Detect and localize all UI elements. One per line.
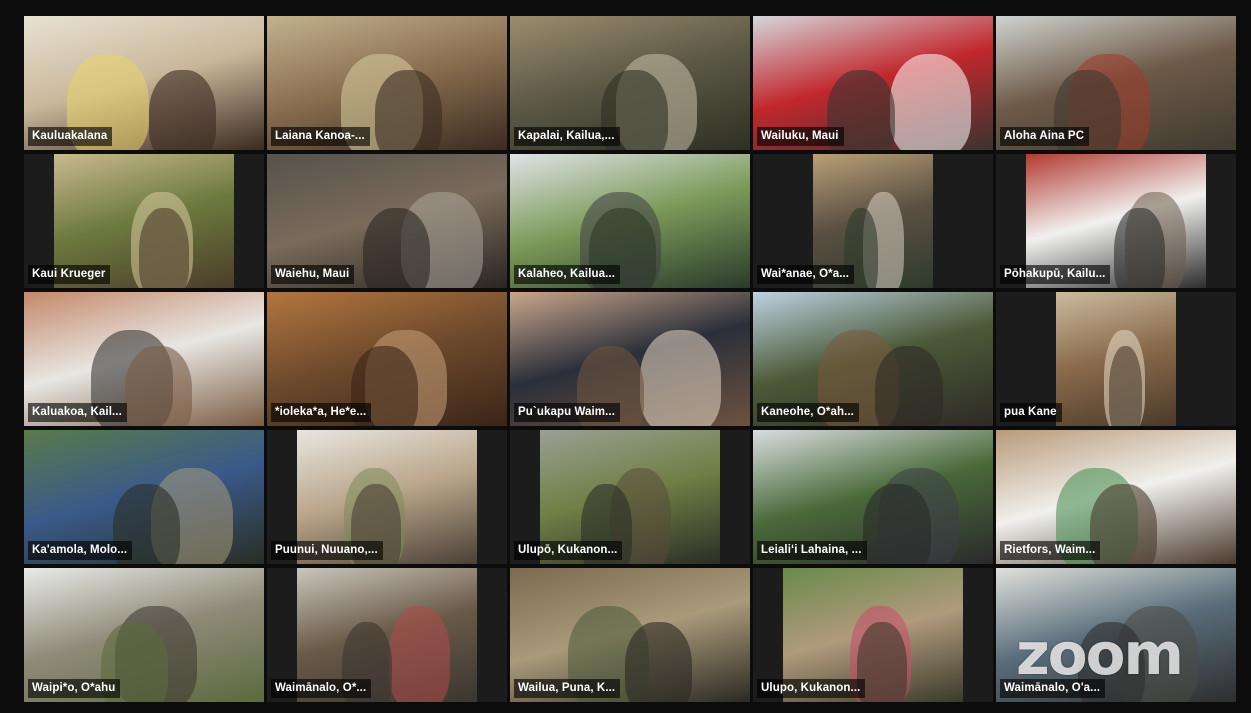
participant-name-label: Ulupō, Kukanon... [514,541,623,560]
participant-name-label: Rietfors, Waim... [1000,541,1101,560]
participant-name-label: Pōhakupū, Kailu... [1000,265,1111,284]
participant-video-tile[interactable]: Kaui Krueger [24,154,264,288]
participant-video-tile[interactable]: Ka'amola, Molo... [24,430,264,564]
participant-video-tile[interactable]: Kaneohe, O*ah... [753,292,993,426]
gallery-view-grid: Kauluakalana Laiana Kanoa-... Kapalai, Kai… [24,16,1236,702]
participant-name-label: Kaneohe, O*ah... [757,403,859,422]
participant-video-tile[interactable]: Puunui, Nuuano,... [267,430,507,564]
participant-name-label: pua Kane [1000,403,1062,422]
participant-video-tile[interactable]: Waimānalo, O*... [267,568,507,702]
participant-video-tile[interactable]: Kaluakoa, Kail... [24,292,264,426]
participant-video-tile[interactable]: Kauluakalana [24,16,264,150]
zoom-watermark-logo: zoom [1016,620,1184,688]
participant-video-tile[interactable]: Laiana Kanoa-... [267,16,507,150]
participant-name-label: *ioleka*a, He*e... [271,403,372,422]
participant-video-tile[interactable]: Wailuku, Maui [753,16,993,150]
participant-name-label: Kaluakoa, Kail... [28,403,127,422]
participant-video-tile[interactable]: Leialiʻi Lahaina, ... [753,430,993,564]
participant-video-tile[interactable]: pua Kane [996,292,1236,426]
participant-name-label: Wailua, Puna, K... [514,679,621,698]
participant-video-tile[interactable]: Kalaheo, Kailua... [510,154,750,288]
participant-name-label: Waiehu, Maui [271,265,355,284]
participant-video-tile[interactable]: Waiehu, Maui [267,154,507,288]
participant-name-label: Ka'amola, Molo... [28,541,133,560]
participant-name-label: Waipi*o, O*ahu [28,679,121,698]
participant-video-tile[interactable]: Ulupō, Kukanon... [510,430,750,564]
participant-name-label: Kauluakalana [28,127,113,146]
participant-video-tile[interactable]: Aloha Aina PC [996,16,1236,150]
participant-name-label: Puunui, Nuuano,... [271,541,383,560]
participant-name-label: Aloha Aina PC [1000,127,1090,146]
participant-name-label: Ulupo, Kukanon... [757,679,866,698]
participant-video-tile[interactable]: Pu`ukapu Waim... [510,292,750,426]
participant-video-tile[interactable]: Waipi*o, O*ahu [24,568,264,702]
participant-name-label: Kapalai, Kailua,... [514,127,620,146]
participant-video-tile[interactable]: Kapalai, Kailua,... [510,16,750,150]
participant-video-tile[interactable]: Wai*anae, O*a... [753,154,993,288]
participant-name-label: Waimānalo, O*... [271,679,372,698]
participant-name-label: Pu`ukapu Waim... [514,403,621,422]
participant-name-label: Wai*anae, O*a... [757,265,855,284]
participant-name-label: Kalaheo, Kailua... [514,265,621,284]
participant-video-tile[interactable]: Ulupo, Kukanon... [753,568,993,702]
participant-name-label: Laiana Kanoa-... [271,127,370,146]
participant-name-label: Wailuku, Maui [757,127,844,146]
participant-video-tile[interactable]: Pōhakupū, Kailu... [996,154,1236,288]
participant-video-tile[interactable]: Wailua, Puna, K... [510,568,750,702]
participant-name-label: Leialiʻi Lahaina, ... [757,541,867,560]
participant-video-feed [1056,292,1176,426]
participant-video-tile[interactable]: Rietfors, Waim... [996,430,1236,564]
zoom-gallery-window: Kauluakalana Laiana Kanoa-... Kapalai, Kai… [0,0,1251,713]
participant-video-tile[interactable]: *ioleka*a, He*e... [267,292,507,426]
participant-name-label: Kaui Krueger [28,265,111,284]
